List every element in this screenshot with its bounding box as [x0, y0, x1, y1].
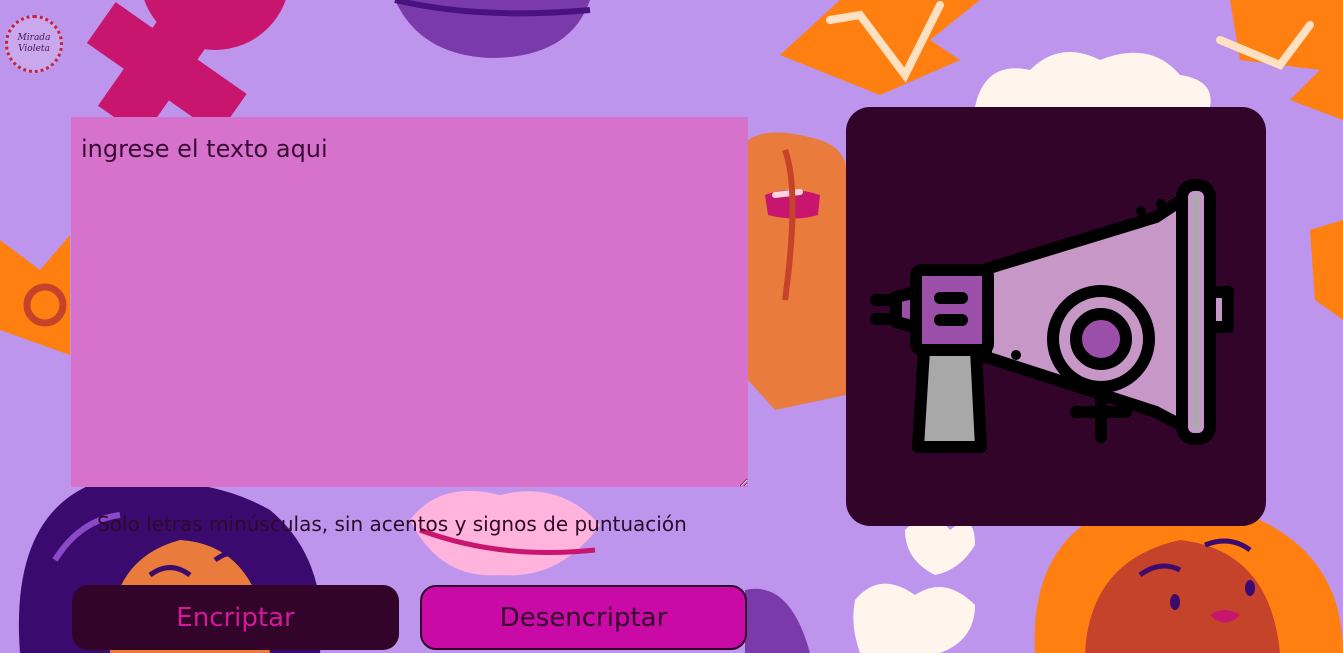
logo-floral-ring: Mirada Violeta: [5, 15, 63, 73]
brand-logo: Mirada Violeta: [2, 4, 66, 84]
text-input-area[interactable]: [71, 117, 748, 487]
megaphone-female-symbol-icon: [870, 179, 1234, 453]
output-panel: [846, 107, 1266, 526]
logo-text-line1: Mirada: [17, 33, 51, 43]
encrypt-button[interactable]: Encriptar: [72, 585, 399, 650]
logo-text-line2: Violeta: [18, 44, 50, 54]
decrypt-button[interactable]: Desencriptar: [420, 585, 747, 650]
input-hint: Solo letras minúsculas, sin acentos y si…: [97, 512, 687, 536]
